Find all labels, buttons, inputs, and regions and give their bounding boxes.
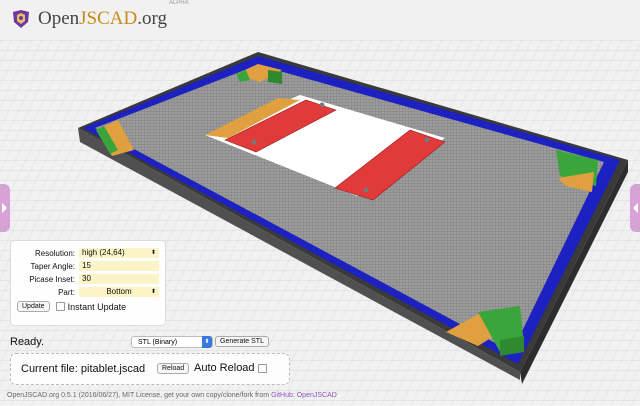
picase-inset-input[interactable]: 30 — [79, 274, 159, 284]
select-caret-icon: ⬍ — [150, 289, 156, 295]
status-text: Ready. — [10, 336, 45, 348]
current-file-label: Current file: pitablet.jscad — [21, 363, 146, 375]
3d-viewport[interactable] — [0, 0, 640, 406]
right-panel-toggle[interactable] — [630, 184, 640, 232]
export-format-select[interactable]: STL (Binary) ⬍ — [131, 336, 213, 348]
param-label: Taper Angle: — [30, 261, 75, 271]
instant-update-toggle[interactable]: Instant Update — [55, 301, 127, 312]
parameters-panel: Resolution: high (24,64) ⬍ Taper Angle: 1… — [10, 240, 166, 326]
generate-stl-button[interactable]: Generate STL — [215, 336, 269, 347]
param-row-picase-inset: Picase Inset: 30 — [17, 273, 159, 285]
param-label: Resolution: — [34, 248, 75, 258]
part-select[interactable]: Bottom ⬍ — [79, 287, 159, 297]
instant-update-label: Instant Update — [67, 301, 127, 312]
select-caret-icon: ⬍ — [150, 250, 156, 256]
param-row-part: Part: Bottom ⬍ — [17, 286, 159, 298]
param-label: Picase Inset: — [29, 274, 75, 284]
left-arrow-icon — [2, 203, 7, 213]
update-button[interactable]: Update — [17, 301, 50, 312]
param-label: Part: — [58, 287, 75, 297]
logo-alpha-tag: ALPHA — [168, 0, 189, 6]
left-panel-toggle[interactable] — [0, 184, 10, 232]
auto-reload-label: Auto Reload — [194, 362, 255, 374]
resolution-select[interactable]: high (24,64) ⬍ — [79, 248, 159, 258]
github-link[interactable]: GitHub: OpenJSCAD — [271, 392, 337, 399]
param-actions: Update Instant Update — [17, 301, 159, 312]
param-row-resolution: Resolution: high (24,64) ⬍ — [17, 247, 159, 259]
instant-update-checkbox[interactable] — [55, 302, 65, 311]
reload-button[interactable]: Reload — [157, 363, 190, 374]
right-arrow-icon — [633, 203, 638, 213]
logo-text: OpenJSCAD.orgALPHA — [38, 0, 189, 29]
param-row-taper-angle: Taper Angle: 15 — [17, 260, 159, 272]
taper-angle-input[interactable]: 15 — [79, 261, 159, 271]
file-dropzone[interactable]: Current file: pitablet.jscad Reload Auto… — [10, 353, 290, 385]
auto-reload-checkbox[interactable] — [257, 363, 267, 373]
logo-icon — [13, 10, 29, 28]
footer: OpenJSCAD.org 0.5.1 (2016/06/27), MIT Li… — [7, 392, 337, 399]
app-logo[interactable]: OpenJSCAD.orgALPHA — [10, 0, 189, 32]
auto-reload-toggle[interactable]: Auto Reload — [194, 362, 267, 374]
chevron-updown-icon: ⬍ — [202, 336, 212, 348]
footer-text: OpenJSCAD.org 0.5.1 (2016/06/27), MIT Li… — [7, 392, 272, 399]
